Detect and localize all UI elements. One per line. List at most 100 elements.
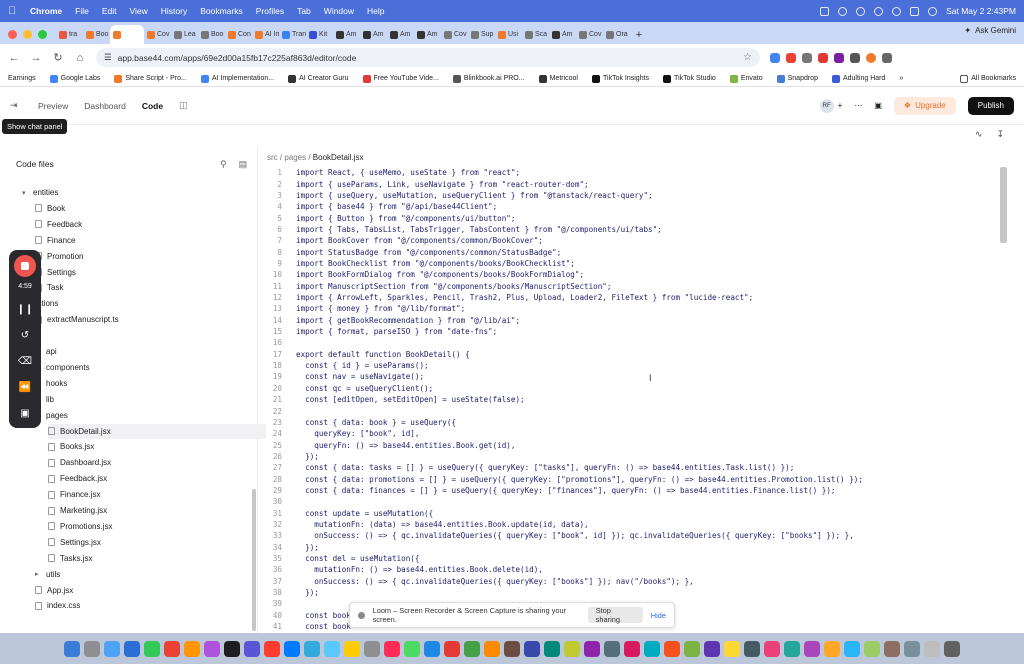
- browser-tab[interactable]: Boo: [198, 25, 225, 44]
- folder-item[interactable]: ▸components: [35, 360, 266, 375]
- bookmark-item[interactable]: Share Script - Pro...: [114, 74, 187, 83]
- bookmark-item[interactable]: Snapdrop: [776, 74, 818, 83]
- browser-tab[interactable]: Cov: [441, 25, 468, 44]
- extension-icon[interactable]: [834, 52, 844, 63]
- stop-sharing-button[interactable]: Stop sharing: [587, 606, 643, 624]
- file-item[interactable]: App.jsx: [35, 583, 266, 598]
- activity-icon[interactable]: ∿: [975, 129, 983, 140]
- dock-app-icon[interactable]: [584, 640, 600, 657]
- dock-app-icon[interactable]: [304, 640, 320, 657]
- dock-app-icon[interactable]: [824, 640, 840, 657]
- maximize-window-icon[interactable]: [38, 30, 47, 39]
- browser-tab[interactable]: Usi: [495, 25, 522, 44]
- menu-item-view[interactable]: View: [129, 6, 147, 16]
- battery-icon[interactable]: [910, 6, 920, 16]
- editor-scrollbar[interactable]: [1000, 167, 1007, 243]
- file-item[interactable]: index.css: [35, 598, 266, 613]
- back-icon[interactable]: ←: [8, 52, 20, 64]
- dock-app-icon[interactable]: [164, 640, 180, 657]
- site-info-icon[interactable]: ☰: [104, 52, 112, 63]
- file-item[interactable]: Promotions.jsx: [48, 519, 266, 534]
- toggle-chat-panel-icon[interactable]: ⇥: [10, 100, 24, 111]
- dock-app-icon[interactable]: [124, 640, 140, 657]
- home-icon[interactable]: ⌂: [74, 52, 86, 64]
- dock-app-icon[interactable]: [544, 640, 560, 657]
- extension-icon[interactable]: [818, 52, 828, 63]
- all-bookmarks[interactable]: All Bookmarks: [960, 74, 1016, 83]
- dock-app-icon[interactable]: [864, 640, 880, 657]
- more-icon[interactable]: ⋯: [854, 101, 862, 110]
- display-icon[interactable]: [820, 6, 830, 16]
- publish-button[interactable]: Publish: [967, 96, 1014, 115]
- dock-app-icon[interactable]: [704, 640, 720, 657]
- browser-tab[interactable]: Cov: [144, 25, 171, 44]
- file-item[interactable]: Finance.jsx: [48, 487, 266, 502]
- dock-app-icon[interactable]: [484, 640, 500, 657]
- dock-app-icon[interactable]: [624, 640, 640, 657]
- bookmark-item[interactable]: Blinkbook.ai PRO...: [452, 74, 525, 83]
- wifi-icon[interactable]: [892, 6, 902, 16]
- minimize-window-icon[interactable]: [23, 30, 32, 39]
- more-bookmarks-icon[interactable]: »: [899, 75, 903, 82]
- folder-item[interactable]: ▸lib: [35, 392, 266, 407]
- search-icon[interactable]: ⚲: [220, 159, 227, 170]
- file-item[interactable]: Task: [35, 280, 266, 295]
- dock-app-icon[interactable]: [384, 640, 400, 657]
- folder-item[interactable]: ▾ entities: [22, 185, 266, 200]
- file-item[interactable]: Book: [35, 201, 266, 216]
- browser-tab[interactable]: Sup: [468, 25, 495, 44]
- dock-app-icon[interactable]: [604, 640, 620, 657]
- restart-icon[interactable]: ↺: [21, 330, 29, 342]
- dock-app-icon[interactable]: [644, 640, 660, 657]
- browser-tab[interactable]: Lea: [171, 25, 198, 44]
- menu-item-file[interactable]: File: [75, 6, 89, 16]
- collaborators[interactable]: RF +: [819, 98, 842, 113]
- file-item[interactable]: Feedback: [35, 217, 266, 232]
- browser-tab[interactable]: tra: [56, 25, 83, 44]
- dock-app-icon[interactable]: [204, 640, 220, 657]
- browser-tab[interactable]: Kit: [306, 25, 333, 44]
- browser-tab[interactable]: Cov: [576, 25, 603, 44]
- file-item[interactable]: Feedback.jsx: [48, 471, 266, 486]
- device-preview-icon[interactable]: ▣: [874, 101, 882, 110]
- file-item[interactable]: Dashboard.jsx: [48, 455, 266, 470]
- browser-tab[interactable]: Tran: [279, 25, 306, 44]
- dock-app-icon[interactable]: [804, 640, 820, 657]
- tab-dashboard[interactable]: Dashboard: [84, 101, 126, 111]
- dock-app-icon[interactable]: [664, 640, 680, 657]
- close-window-icon[interactable]: [8, 30, 17, 39]
- control-icon[interactable]: [874, 6, 884, 16]
- ask-gemini-button[interactable]: ✦ Ask Gemini: [964, 26, 1016, 35]
- tab-preview[interactable]: Preview: [38, 101, 68, 111]
- dock-app-icon[interactable]: [524, 640, 540, 657]
- dock-app-icon[interactable]: [724, 640, 740, 657]
- browser-tab[interactable]: [110, 25, 144, 44]
- new-tab-button[interactable]: +: [630, 25, 648, 44]
- dock-app-icon[interactable]: [564, 640, 580, 657]
- collapse-icon[interactable]: ▤: [239, 159, 248, 170]
- menu-item-profiles[interactable]: Profiles: [256, 6, 284, 16]
- browser-tab[interactable]: Sca: [522, 25, 549, 44]
- extension-icon[interactable]: [802, 52, 812, 63]
- dock-app-icon[interactable]: [84, 640, 100, 657]
- dock-app-icon[interactable]: [764, 640, 780, 657]
- folder-item[interactable]: ▾nctions: [22, 296, 266, 311]
- extension-icon[interactable]: [786, 52, 796, 63]
- file-item[interactable]: Tasks.jsx: [48, 551, 266, 566]
- file-item[interactable]: BookDetail.jsx: [48, 423, 266, 439]
- dock-app-icon[interactable]: [104, 640, 120, 657]
- sidebar-scrollbar[interactable]: [252, 489, 256, 631]
- folder-item[interactable]: ▾c: [22, 328, 266, 343]
- browser-tab[interactable]: Am: [387, 25, 414, 44]
- address-bar[interactable]: ☰ app.base44.com/apps/69e2d00a15fb17c225…: [96, 48, 760, 67]
- dock-app-icon[interactable]: [244, 640, 260, 657]
- extension-icon[interactable]: [770, 52, 780, 63]
- sync-icon[interactable]: [856, 6, 866, 16]
- camera-icon[interactable]: ▣: [20, 408, 29, 420]
- bookmark-item[interactable]: AI Creator Guru: [288, 74, 349, 83]
- bookmark-item[interactable]: TikTok Studio: [663, 74, 716, 83]
- bookmark-item[interactable]: Adulting Hard: [831, 74, 885, 83]
- file-item[interactable]: Promotion: [35, 249, 266, 264]
- browser-tab[interactable]: AI Im: [252, 25, 279, 44]
- reload-icon[interactable]: ↻: [52, 51, 64, 64]
